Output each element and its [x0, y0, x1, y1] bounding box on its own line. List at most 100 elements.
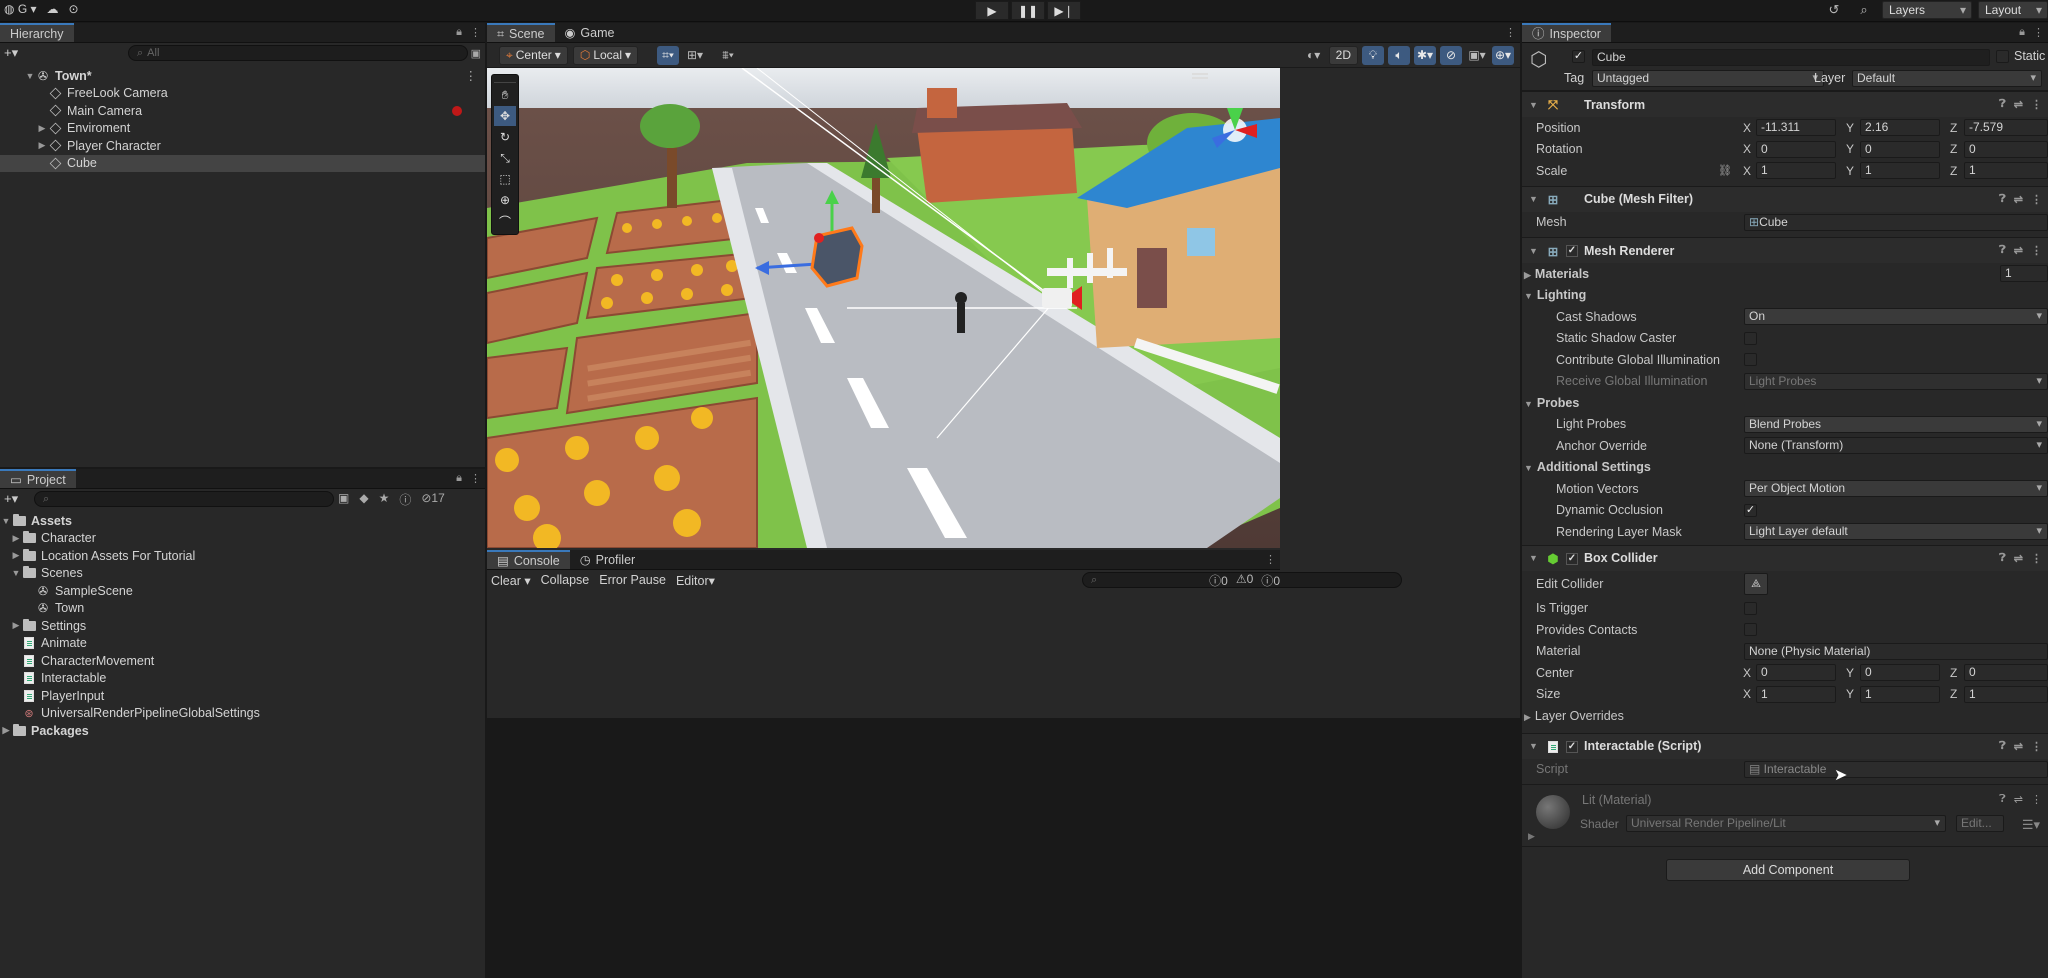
mesh-filter-header[interactable]: ▼ ⊞ Cube (Mesh Filter) ❓︎ ⇌ ⋮ [1522, 185, 2048, 212]
collapse-button[interactable]: Collapse [541, 573, 590, 587]
project-item-folder[interactable]: ▶ Character [0, 530, 485, 548]
size-z-field[interactable]: 1 [1964, 685, 2048, 703]
help-icon[interactable]: ❓︎ [1999, 193, 2006, 206]
project-item-script[interactable]: CharacterMovement [0, 652, 485, 670]
chevron-down-icon[interactable]: ▼ [1529, 194, 1538, 204]
move-tool-icon[interactable]: ✥ [494, 106, 516, 126]
add-icon[interactable]: +▾ [4, 45, 18, 61]
preset-icon[interactable]: ⇌ [2014, 98, 2023, 111]
add-icon[interactable]: +▾ [4, 491, 18, 507]
position-y-field[interactable]: 2.16 [1860, 119, 1940, 136]
rendering-layer-mask-dropdown[interactable]: Light Layer default [1744, 523, 2048, 540]
space-dropdown[interactable]: ⬡ Local ▾ [572, 45, 639, 65]
tag-dropdown[interactable]: Untagged [1592, 70, 1824, 87]
play-button[interactable]: ▶ [975, 1, 1009, 20]
more-icon[interactable]: ⋮ [2033, 26, 2044, 39]
rotation-z-field[interactable]: 0 [1964, 140, 2048, 158]
interactable-enabled-checkbox[interactable]: ✓ [1566, 740, 1578, 753]
step-button[interactable]: ▶❘ [1047, 1, 1081, 20]
project-item-scene[interactable]: ✇ Town [0, 600, 485, 618]
clear-button[interactable]: Clear ▾ [491, 573, 531, 588]
more-icon[interactable]: ⋮ [2031, 793, 2042, 806]
box-collider-header[interactable]: ▼ ⬢ ✓ Box Collider ❓︎ ⇌ ⋮ [1522, 544, 2048, 571]
scale-z-field[interactable]: 1 [1964, 162, 2048, 179]
rotation-y-field[interactable]: 0 [1860, 140, 1940, 158]
edit-collider-button[interactable]: ⟁ [1744, 572, 1768, 595]
lighting-foldout[interactable]: ▼ Lighting [1522, 285, 2048, 307]
grid-snapping-icon[interactable]: ⌗▾ [657, 45, 680, 65]
chevron-down-icon[interactable]: ▼ [24, 71, 36, 81]
preset-icon[interactable]: ⇌ [2014, 193, 2023, 206]
project-item-folder[interactable]: ▶ Location Assets For Tutorial [0, 547, 485, 565]
increment-snap-icon[interactable]: ⊞▾ [684, 46, 706, 65]
help-icon[interactable]: ❓︎ [1999, 552, 2006, 565]
additional-settings-foldout[interactable]: ▼ Additional Settings [1522, 457, 2048, 479]
hierarchy-item-freelook-camera[interactable]: FreeLook Camera [0, 85, 485, 103]
preset-icon[interactable]: ⇌ [2014, 793, 2023, 806]
tab-hierarchy[interactable]: Hierarchy [0, 23, 74, 42]
hierarchy-item-cube[interactable]: Cube [0, 154, 485, 172]
size-x-field[interactable]: 1 [1756, 685, 1836, 703]
mesh-renderer-enabled-checkbox[interactable]: ✓ [1566, 245, 1578, 257]
log-count[interactable]: ⓘ0 [1209, 572, 1228, 589]
project-item-script[interactable]: PlayerInput [0, 687, 485, 705]
tab-project[interactable]: ▭ Project [0, 469, 76, 488]
tab-inspector[interactable]: ⓘ Inspector [1522, 23, 1611, 42]
is-trigger-checkbox[interactable] [1744, 601, 1757, 615]
project-item-script[interactable]: Animate [0, 635, 485, 653]
chevron-right-icon[interactable]: ▶ [36, 140, 48, 151]
project-search-input[interactable]: ⌕ [34, 491, 334, 507]
box-collider-enabled-checkbox[interactable]: ✓ [1566, 552, 1578, 565]
draw-mode-icon[interactable]: ⩩▾ [717, 46, 739, 65]
probes-foldout[interactable]: ▼ Probes [1522, 392, 2048, 414]
anchor-override-field[interactable]: None (Transform) [1744, 437, 2048, 454]
layer-overrides-foldout[interactable]: ▶ Layer Overrides [1522, 705, 2048, 727]
editor-dropdown[interactable]: Editor▾ [676, 573, 715, 588]
static-shadow-caster-checkbox[interactable] [1744, 331, 1757, 345]
center-x-field[interactable]: 0 [1756, 664, 1836, 681]
hidden-objects-icon[interactable]: ⊘ [1440, 45, 1462, 65]
more-icon[interactable]: ⋮ [470, 472, 481, 485]
rotate-tool-icon[interactable]: ↻ [494, 127, 516, 147]
transform-header[interactable]: ▼ ⤧ Transform ❓︎ ⇌ ⋮ [1522, 91, 2048, 117]
filter-type-icon[interactable]: ▣ [338, 491, 349, 508]
chevron-down-icon[interactable]: ▼ [0, 516, 12, 526]
custom-tool-icon[interactable]: ⌒ [494, 211, 516, 231]
info-icon[interactable]: ⓘ [399, 491, 411, 508]
chevron-down-icon[interactable]: ▼ [1529, 553, 1538, 563]
more-icon[interactable]: ⋮ [2031, 244, 2042, 257]
project-item-asset[interactable]: ⊛ UniversalRenderPipelineGlobalSettings [0, 705, 485, 723]
filter-label-icon[interactable]: ◆ [359, 491, 368, 508]
toggle-2d-button[interactable]: 2D [1328, 45, 1358, 65]
project-item-folder[interactable]: ▶ Settings [0, 617, 485, 635]
tab-scene[interactable]: ⌗ Scene [487, 23, 555, 42]
help-icon[interactable]: ❓︎ [1999, 740, 2006, 753]
more-icon[interactable]: ⋮ [2031, 552, 2042, 565]
hierarchy-item-enviroment[interactable]: ▶ Enviroment [0, 120, 485, 138]
project-item-folder[interactable]: ▼ Scenes [0, 565, 485, 583]
center-z-field[interactable]: 0 [1964, 664, 2048, 681]
more-icon[interactable]: ⋮ [470, 26, 481, 39]
scene-visibility-icon[interactable]: ▣ [471, 47, 481, 60]
center-y-field[interactable]: 0 [1860, 664, 1940, 681]
lock-icon[interactable]: 🔒︎ [2019, 26, 2025, 39]
scene-viewport[interactable]: ✋︎ ✥ ↻ ⤡ ⬚ ⊕ ⌒ [487, 68, 1280, 548]
audio-toggle-icon[interactable]: 🔈︎ [1388, 45, 1410, 65]
active-checkbox[interactable]: ✓ [1572, 50, 1585, 63]
preset-icon[interactable]: ⇌ [2014, 244, 2023, 257]
mesh-field[interactable]: ⊞Cube [1744, 213, 2048, 231]
chevron-right-icon[interactable]: ▶ [10, 550, 22, 561]
camera-settings-icon[interactable]: ▣▾ [1466, 46, 1488, 65]
pivot-dropdown[interactable]: ⌖ Center ▾ [499, 45, 568, 65]
bookmark-icon[interactable]: ★ [379, 491, 390, 508]
link-icon[interactable]: ⛓︎ [1718, 164, 1732, 177]
tab-console[interactable]: ▤ Console [487, 550, 570, 569]
account-button[interactable]: ◍ G ▾ [4, 2, 37, 16]
hierarchy-item-player-character[interactable]: ▶ Player Character [0, 137, 485, 155]
more-icon[interactable]: ⋮ [465, 68, 478, 83]
hierarchy-item-main-camera[interactable]: Main Camera [0, 102, 485, 120]
lighting-toggle-icon[interactable]: 💡︎ [1362, 45, 1384, 65]
chevron-right-icon[interactable]: ▶ [1528, 831, 1535, 842]
error-count[interactable]: ⓘ0 [1261, 572, 1280, 589]
more-icon[interactable]: ⋮ [1265, 553, 1276, 566]
